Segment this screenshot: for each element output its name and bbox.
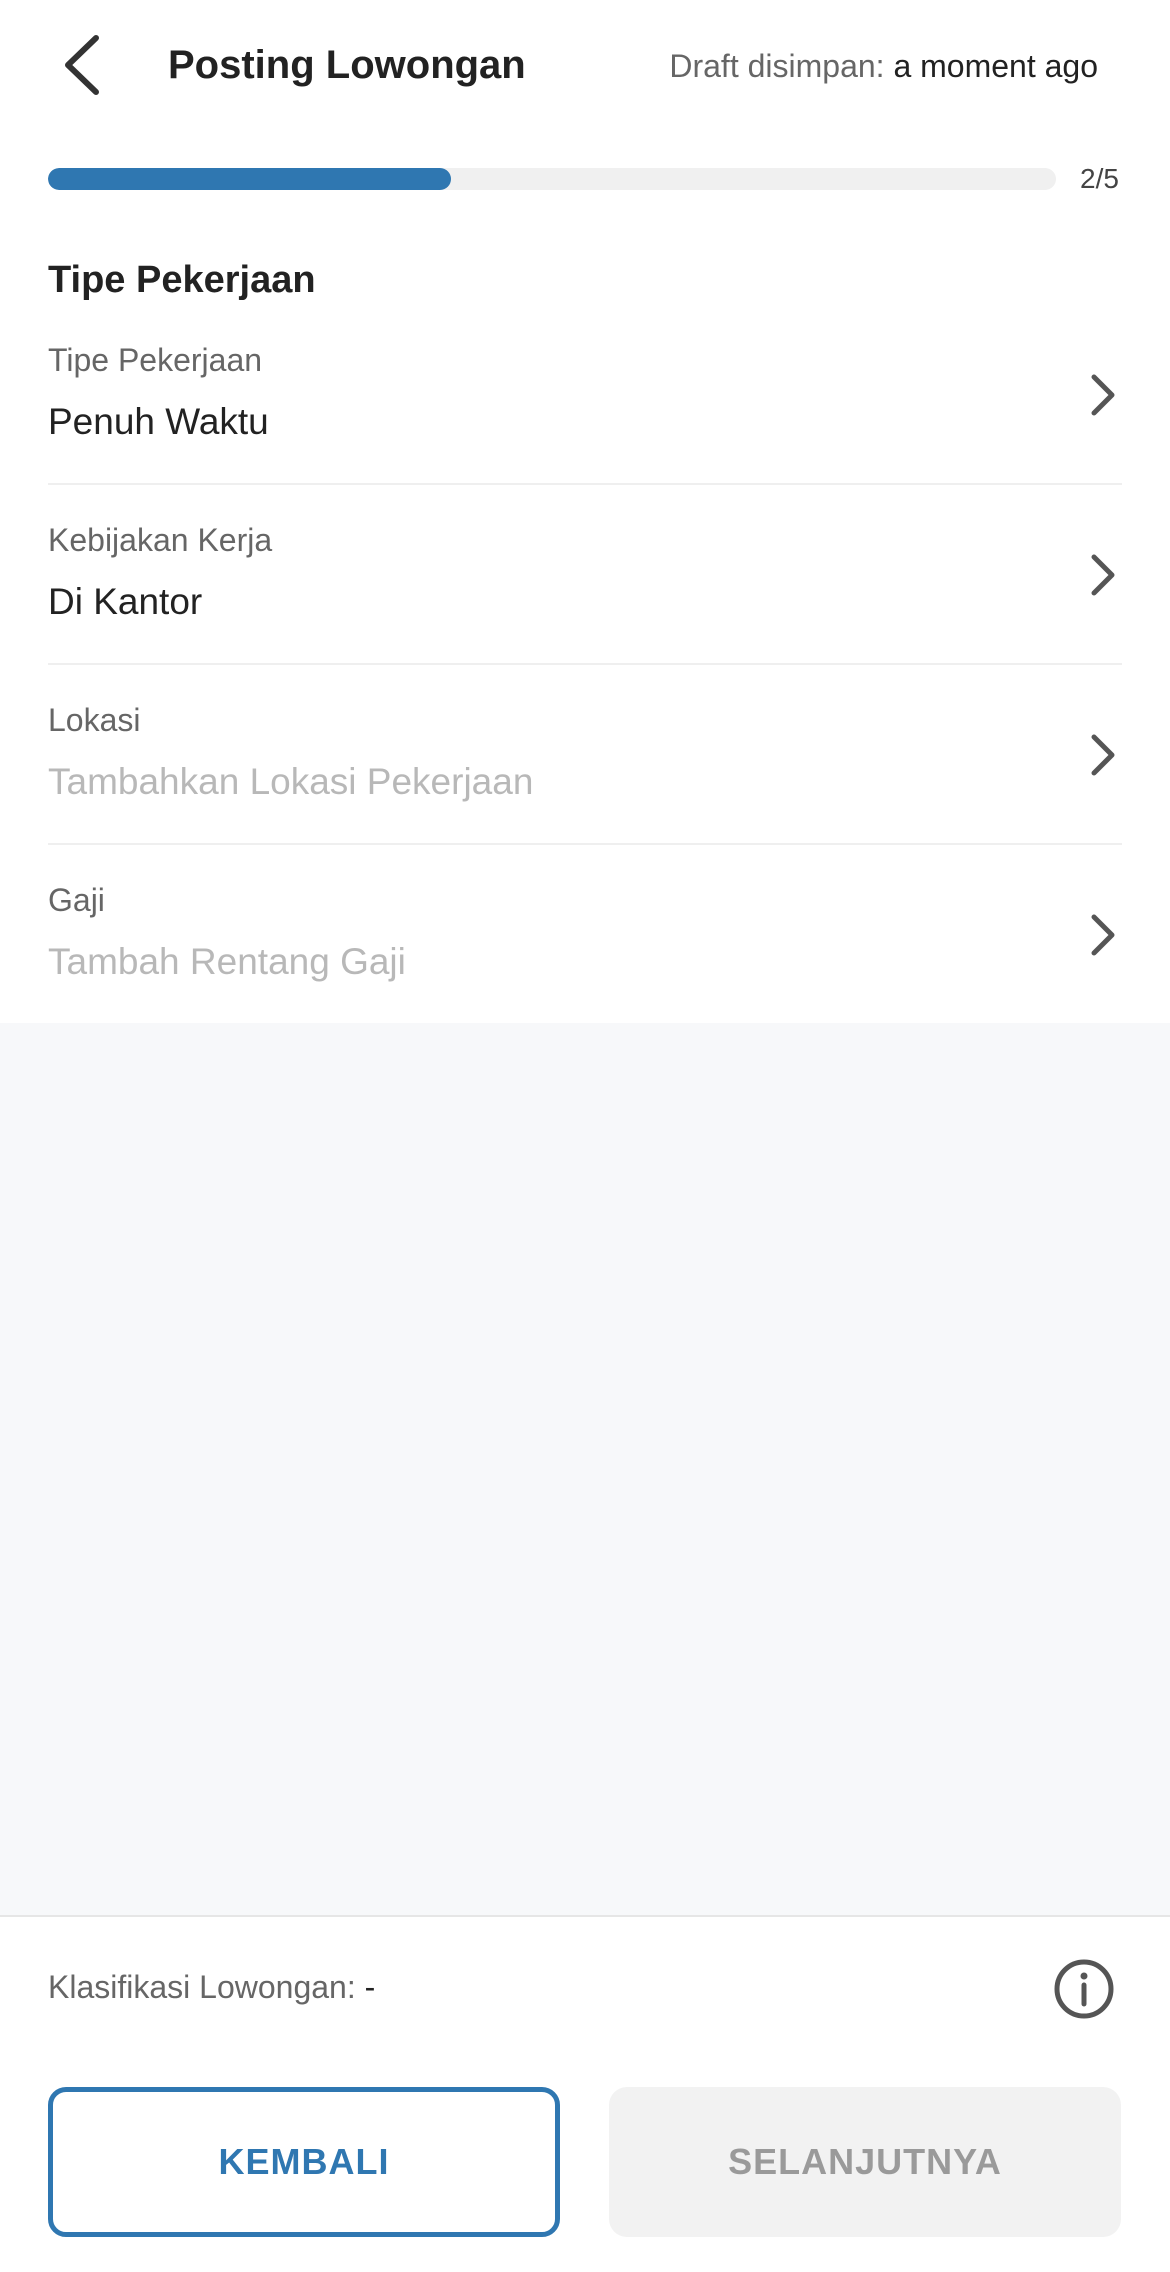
field-value: Tambah Rentang Gaji — [48, 941, 406, 982]
field-gaji[interactable]: Gaji Tambah Rentang Gaji — [48, 845, 1122, 1025]
section-title: Tipe Pekerjaan — [48, 259, 316, 301]
klasifikasi-value: - — [364, 1969, 376, 2005]
field-label: Gaji — [48, 882, 105, 918]
draft-time: a moment ago — [893, 48, 1098, 84]
progress-bar — [48, 168, 1056, 190]
header: Posting Lowongan Draft disimpan: a momen… — [0, 0, 1170, 130]
info-button[interactable] — [1052, 1957, 1116, 2021]
back-button[interactable] — [58, 30, 108, 100]
chevron-right-icon — [1091, 374, 1115, 416]
field-value: Tambahkan Lokasi Pekerjaan — [48, 761, 534, 802]
chevron-left-icon — [65, 35, 99, 95]
back-step-button[interactable]: KEMBALI — [48, 2087, 560, 2237]
chevron-right-icon — [1091, 914, 1115, 956]
info-icon — [1054, 1959, 1114, 2019]
chevron-right-icon — [1091, 734, 1115, 776]
klasifikasi-label: Klasifikasi Lowongan: — [48, 1969, 356, 2005]
page-title: Posting Lowongan — [168, 43, 526, 87]
next-button[interactable]: SELANJUTNYA — [609, 2087, 1121, 2237]
progress-fill — [48, 168, 452, 190]
form-panel: Posting Lowongan Draft disimpan: a momen… — [0, 0, 1170, 1023]
draft-label: Draft disimpan: — [669, 48, 885, 84]
draft-status: Draft disimpan: a moment ago — [669, 46, 1098, 86]
field-label: Lokasi — [48, 702, 141, 738]
progress-count: 2/5 — [1080, 163, 1119, 194]
field-kebijakan-kerja[interactable]: Kebijakan Kerja Di Kantor — [48, 485, 1122, 665]
footer-bar: Klasifikasi Lowongan: - KEMBALI SELANJUT… — [0, 1915, 1170, 2272]
field-label: Tipe Pekerjaan — [48, 342, 263, 378]
chevron-right-icon — [1091, 554, 1115, 596]
field-value: Penuh Waktu — [48, 401, 269, 442]
klasifikasi: Klasifikasi Lowongan: - — [48, 1967, 375, 2007]
field-label: Kebijakan Kerja — [48, 522, 273, 558]
field-lokasi[interactable]: Lokasi Tambahkan Lokasi Pekerjaan — [48, 665, 1122, 845]
field-tipe-pekerjaan[interactable]: Tipe Pekerjaan Penuh Waktu — [48, 305, 1122, 485]
field-value: Di Kantor — [48, 581, 203, 622]
